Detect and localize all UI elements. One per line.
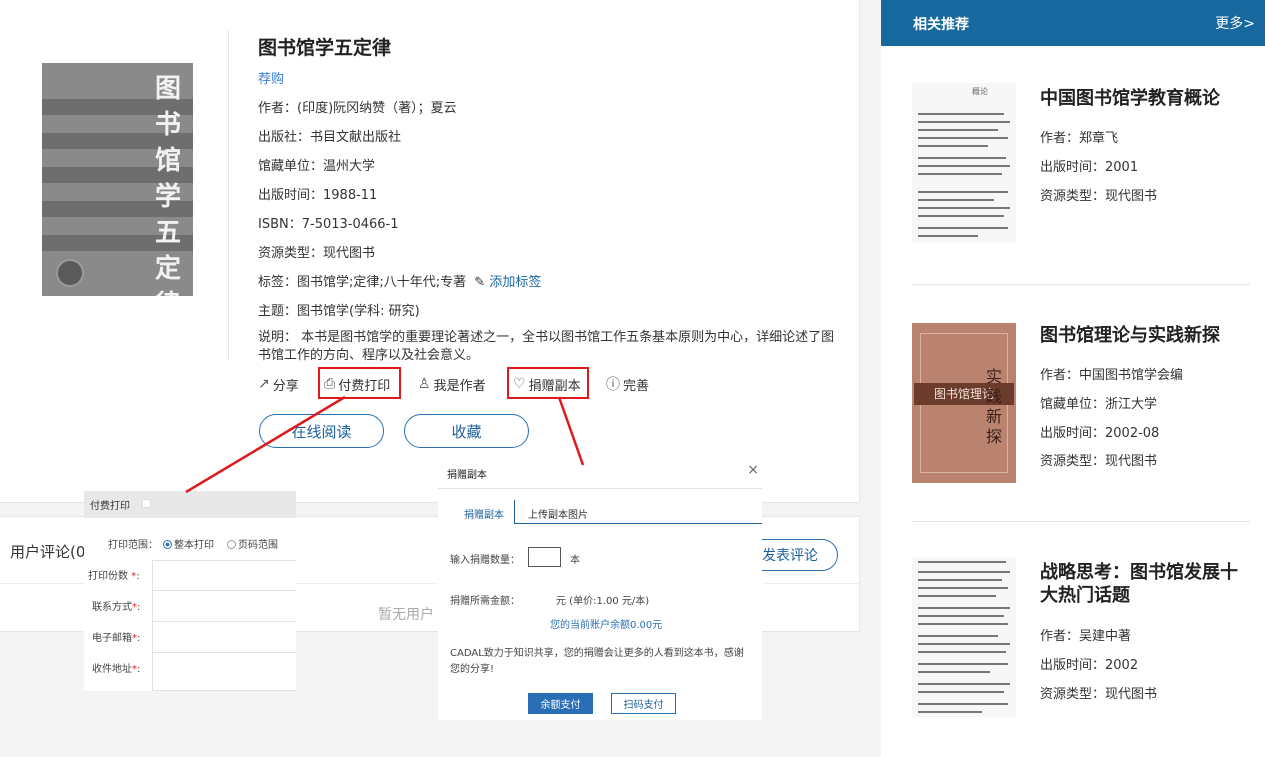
contact-input[interactable] bbox=[152, 590, 296, 622]
qty-label: 输入捐赠数量： bbox=[450, 555, 520, 566]
page-title: 图书馆学五定律 bbox=[258, 37, 392, 59]
qty-unit: 本 bbox=[570, 555, 580, 566]
divider bbox=[912, 284, 1250, 285]
divider bbox=[912, 521, 1250, 522]
tags-text: 标签：图书馆学;定律;八十年代;专著 bbox=[258, 275, 467, 290]
dialog-header: 付费打印 bbox=[84, 491, 296, 518]
tab-upload-image[interactable]: 上传副本图片 bbox=[528, 506, 588, 521]
pencil-icon: ✎ bbox=[474, 275, 486, 290]
rec-meta: 资源类型：现代图书 bbox=[1040, 454, 1158, 469]
description: 说明： 本书是图书馆学的重要理论著述之一，全书以图书馆工作五条基本原则为中心，详… bbox=[258, 330, 835, 363]
page: 图书馆学五定律 图书馆学五定律 荐购 作者：(印度)阮冈纳赞（著）；夏云 出版社… bbox=[0, 0, 1265, 757]
contact-label: 联系方式*: bbox=[92, 602, 141, 613]
improve-button[interactable]: ⓘ 完善 bbox=[606, 374, 649, 394]
dialog-title: 捐赠副本 bbox=[447, 470, 487, 481]
tab-donate-copy[interactable]: 捐赠副本 bbox=[464, 506, 504, 521]
cover-emblem bbox=[56, 259, 84, 287]
empty-comments-text: 暂无用户 bbox=[378, 607, 434, 623]
donate-copy-dialog: 捐赠副本 × 捐赠副本 上传副本图片 输入捐赠数量： 本 捐赠所需金额： 元 (… bbox=[438, 460, 762, 720]
info-icon: ⓘ bbox=[606, 377, 620, 393]
cover-title-text: 图书馆学五定律 bbox=[154, 74, 181, 296]
book-detail-panel: 图书馆学五定律 图书馆学五定律 荐购 作者：(印度)阮冈纳赞（著）；夏云 出版社… bbox=[0, 0, 860, 503]
rec-meta: 出版时间：2001 bbox=[1040, 160, 1139, 175]
email-input[interactable] bbox=[152, 621, 296, 653]
donate-note: CADAL致力于知识共享，您的捐赠会让更多的人看到这本书，感谢您的分享! bbox=[450, 648, 744, 675]
close-icon[interactable] bbox=[142, 499, 151, 508]
holding-field: 馆藏单位：温州大学 bbox=[258, 159, 376, 174]
share-label: 分享 bbox=[272, 378, 299, 394]
favorite-button[interactable]: 收藏 bbox=[404, 414, 529, 448]
amount-value: 元 (单价:1.00 元/本) bbox=[556, 596, 650, 607]
divider bbox=[228, 30, 229, 360]
rec-meta: 资源类型：现代图书 bbox=[1040, 687, 1158, 702]
rec-meta: 作者：郑章飞 bbox=[1040, 131, 1119, 146]
rec-meta: 出版时间：2002-08 bbox=[1040, 426, 1160, 441]
email-label: 电子邮箱*: bbox=[92, 633, 141, 644]
scan-pay-button[interactable]: 扫码支付 bbox=[611, 693, 676, 714]
amount-label: 捐赠所需金额： bbox=[450, 596, 520, 607]
cover-text: 实践新探 bbox=[986, 367, 1003, 446]
close-icon[interactable]: × bbox=[747, 462, 759, 478]
rec-meta: 资源类型：现代图书 bbox=[1040, 189, 1158, 204]
rec-cover-3[interactable] bbox=[912, 557, 1016, 717]
tab-underline bbox=[514, 523, 762, 524]
quantity-input[interactable] bbox=[528, 547, 561, 567]
dialog-title: 付费打印 bbox=[90, 501, 130, 512]
highlight-donate-copy bbox=[507, 367, 589, 399]
copies-label: 打印份数 *: bbox=[88, 571, 140, 582]
balance-pay-button[interactable]: 余额支付 bbox=[528, 693, 593, 714]
cover-text: 概论 bbox=[972, 87, 988, 96]
address-input[interactable] bbox=[152, 652, 296, 691]
pub-date-field: 出版时间：1988-11 bbox=[258, 188, 378, 203]
rec-meta: 出版时间：2002 bbox=[1040, 658, 1139, 673]
copies-input[interactable] bbox=[152, 560, 296, 592]
rec-meta: 作者：中国图书馆学会编 bbox=[1040, 368, 1184, 383]
rec-title-1[interactable]: 中国图书馆学教育概论 bbox=[1040, 87, 1250, 110]
divider bbox=[438, 488, 762, 489]
resource-type-field: 资源类型：现代图书 bbox=[258, 246, 376, 261]
tags-row: 标签：图书馆学;定律;八十年代;专著 ✎ 添加标签 bbox=[258, 271, 541, 290]
range-pages-label: 页码范围 bbox=[238, 540, 278, 551]
rec-title-3[interactable]: 战略思考：图书馆发展十大热门话题 bbox=[1040, 561, 1250, 607]
recommend-purchase-link[interactable]: 荐购 bbox=[258, 68, 284, 87]
range-pages-radio[interactable]: 页码范围 bbox=[227, 536, 278, 551]
read-online-button[interactable]: 在线阅读 bbox=[259, 414, 384, 448]
highlight-paid-print bbox=[318, 367, 401, 399]
rec-meta: 作者：吴建中著 bbox=[1040, 629, 1132, 644]
share-icon: ↗ bbox=[258, 376, 270, 392]
range-whole-radio[interactable]: 整本打印 bbox=[163, 536, 214, 551]
improve-label: 完善 bbox=[623, 378, 650, 394]
share-button[interactable]: ↗ 分享 bbox=[258, 374, 299, 394]
radio-icon bbox=[227, 540, 236, 549]
add-tag-link[interactable]: 添加标签 bbox=[489, 275, 541, 290]
author-field: 作者：(印度)阮冈纳赞（著）；夏云 bbox=[258, 101, 457, 116]
range-whole-label: 整本打印 bbox=[174, 540, 214, 551]
radio-selected-icon bbox=[163, 540, 172, 549]
tab-divider bbox=[514, 500, 515, 524]
author-label: 我是作者 bbox=[433, 378, 486, 394]
rec-meta: 馆藏单位：浙江大学 bbox=[1040, 397, 1158, 412]
isbn-field: ISBN：7-5013-0466-1 bbox=[258, 217, 399, 232]
address-label: 收件地址*: bbox=[92, 664, 141, 675]
comments-title: 用户评论(0 bbox=[10, 543, 86, 561]
publisher-field: 出版社：书目文献出版社 bbox=[258, 130, 402, 145]
paid-print-dialog: 付费打印 打印范围： 整本打印 页码范围 打印份数 *: 联系方式*: 电子邮箱… bbox=[84, 491, 296, 691]
user-icon: ♙ bbox=[418, 376, 431, 392]
rec-cover-2[interactable]: 图书馆理论 实践新探 bbox=[912, 323, 1016, 483]
rec-title-2[interactable]: 图书馆理论与实践新探 bbox=[1040, 324, 1250, 347]
i-am-author-button[interactable]: ♙ 我是作者 bbox=[418, 374, 486, 394]
rec-cover-1[interactable]: 概论 bbox=[912, 83, 1016, 243]
more-link[interactable]: 更多> bbox=[1215, 13, 1255, 33]
subject-field: 主题：图书馆学(学科: 研究) bbox=[258, 304, 420, 319]
range-label: 打印范围： bbox=[108, 540, 158, 551]
book-cover: 图书馆学五定律 bbox=[42, 63, 193, 296]
sidebar-header: 相关推荐 更多> bbox=[881, 0, 1265, 46]
related-sidebar: 相关推荐 更多> 概论 中国图书馆学教育概论 作者：郑章飞 出版时间：2001 … bbox=[881, 0, 1265, 757]
sidebar-title: 相关推荐 bbox=[913, 17, 969, 33]
account-balance-link[interactable]: 您的当前账户余额0.00元 bbox=[550, 616, 662, 631]
